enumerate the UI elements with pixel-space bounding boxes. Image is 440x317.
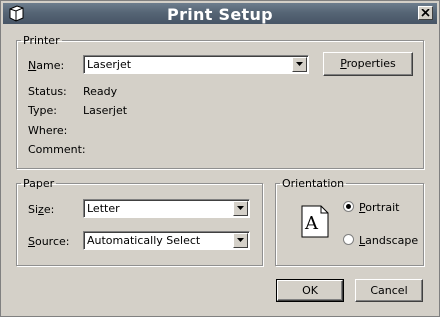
printer-name-dropdown-button[interactable]: [292, 57, 307, 72]
landscape-label[interactable]: Landscape: [359, 234, 418, 247]
paper-size-dropdown-button[interactable]: [233, 201, 248, 216]
source-label: Source:: [28, 235, 70, 248]
printer-name-value: Laserjet: [87, 58, 132, 71]
print-setup-dialog: Print Setup Printer Name: Laserjet Prope…: [0, 0, 440, 317]
chevron-down-icon: [237, 206, 244, 210]
ok-button-label: OK: [302, 284, 318, 297]
chevron-down-icon: [296, 62, 303, 66]
size-label: Size:: [28, 203, 55, 216]
title-bar[interactable]: Print Setup: [3, 3, 437, 24]
comment-label: Comment:: [28, 143, 86, 156]
ok-button[interactable]: OK: [276, 279, 344, 302]
page-orientation-preview-icon: A: [301, 205, 329, 238]
status-label: Status:: [28, 85, 67, 98]
portrait-radio[interactable]: [343, 201, 354, 212]
cancel-button-label: Cancel: [370, 284, 408, 297]
close-button[interactable]: [418, 6, 433, 20]
paper-source-value: Automatically Select: [87, 234, 201, 247]
orientation-group: Orientation: [275, 177, 424, 266]
type-label: Type:: [28, 104, 57, 117]
portrait-label[interactable]: Portrait: [359, 201, 399, 214]
chevron-down-icon: [237, 238, 244, 242]
status-value: Ready: [83, 85, 118, 98]
name-label: Name:: [28, 59, 65, 72]
paper-group-label: Paper: [23, 177, 55, 190]
preview-letter: A: [304, 213, 319, 234]
radio-selected-dot: [346, 204, 351, 209]
properties-button[interactable]: Properties: [323, 52, 413, 76]
cancel-button[interactable]: Cancel: [355, 279, 423, 302]
where-label: Where:: [28, 124, 68, 137]
paper-source-select[interactable]: Automatically Select: [83, 231, 250, 250]
orientation-group-label: Orientation: [282, 177, 345, 190]
landscape-radio[interactable]: [343, 234, 354, 245]
close-icon: [421, 9, 430, 17]
type-value: Laserjet: [83, 104, 128, 117]
printer-group-label: Printer: [23, 34, 60, 47]
window-title: Print Setup: [167, 5, 273, 24]
paper-source-dropdown-button[interactable]: [233, 233, 248, 248]
printer-name-select[interactable]: Laserjet: [83, 55, 309, 74]
paper-size-value: Letter: [87, 202, 120, 215]
paper-size-select[interactable]: Letter: [83, 199, 250, 218]
paper-group: Paper: [16, 177, 263, 266]
